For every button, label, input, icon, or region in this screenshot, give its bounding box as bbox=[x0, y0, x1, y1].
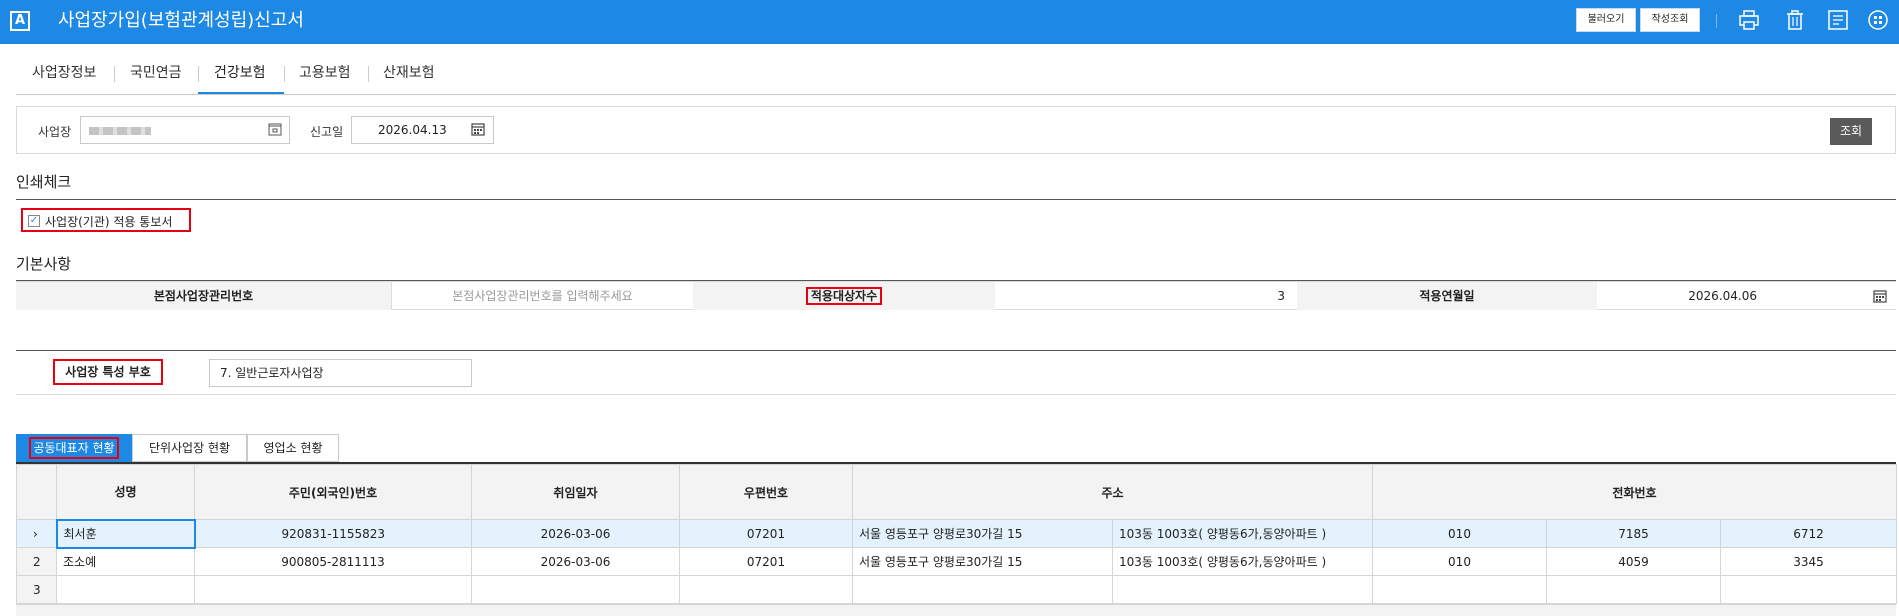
cell-address-2[interactable]: 103동 1003호( 양평동6가,동양아파트 ) bbox=[1112, 547, 1373, 576]
notice-checkbox[interactable]: ✓ bbox=[28, 215, 40, 227]
cell-phone-2[interactable]: 4059 bbox=[1546, 547, 1721, 576]
tabs-divider bbox=[16, 94, 1896, 95]
cell-rrn[interactable] bbox=[194, 575, 472, 604]
cell-phone-3[interactable] bbox=[1719, 575, 1898, 604]
calendar-icon[interactable] bbox=[1873, 289, 1887, 303]
report-date-label: 신고일 bbox=[310, 125, 344, 139]
cell-phone-2[interactable] bbox=[1546, 575, 1721, 604]
lookup-icon[interactable] bbox=[268, 122, 282, 136]
cell-phone-1[interactable]: 010 bbox=[1372, 519, 1547, 548]
title-bar: A 사업장가입(보험관계성립)신고서 불러오기 작성조회 bbox=[0, 0, 1899, 44]
subtab-branch-offices[interactable]: 영업소 현황 bbox=[247, 434, 339, 462]
hq-no-placeholder: 본점사업장관리번호를 입력해주세요 bbox=[452, 289, 633, 303]
active-tab-indicator bbox=[198, 92, 284, 94]
cell-rrn[interactable]: 920831-1155823 bbox=[194, 519, 472, 548]
tab-national-pension[interactable]: 국민연금 bbox=[130, 62, 182, 82]
table-row[interactable]: › 최서훈 920831-1155823 2026-03-06 07201 서울… bbox=[16, 518, 1898, 549]
grid-footer bbox=[16, 604, 1896, 616]
tab-divider bbox=[368, 66, 369, 82]
subtab-co-representatives-label: 공동대표자 현황 bbox=[29, 437, 119, 459]
basic-info-title: 기본사항 bbox=[16, 255, 72, 273]
history-button[interactable]: 작성조회 bbox=[1640, 8, 1700, 32]
cell-name[interactable]: 최서훈 bbox=[55, 518, 196, 549]
cell-postcode[interactable]: 07201 bbox=[679, 519, 853, 548]
hq-no-label: 본점사업장관리번호 bbox=[16, 282, 391, 310]
load-button[interactable]: 불러오기 bbox=[1576, 8, 1636, 32]
tab-industrial-insurance[interactable]: 산재보험 bbox=[383, 62, 435, 82]
notice-checkbox-group: ✓ 사업장(기관) 적용 통보서 bbox=[21, 208, 191, 232]
row-indicator[interactable]: 2 bbox=[16, 547, 57, 576]
cell-phone-3[interactable]: 6712 bbox=[1719, 519, 1898, 548]
characteristic-label: 사업장 특성 부호 bbox=[53, 359, 163, 385]
cell-phone-1[interactable] bbox=[1372, 575, 1547, 604]
target-count-label: 적용대상자수 bbox=[805, 287, 883, 305]
tab-divider bbox=[284, 66, 285, 82]
apply-date-value[interactable]: 2026.04.06 bbox=[1597, 282, 1757, 310]
toolbar-divider bbox=[1716, 14, 1717, 28]
col-join-date[interactable]: 취임일자 bbox=[471, 464, 680, 520]
masked-value bbox=[89, 126, 151, 135]
cell-name[interactable]: 조소예 bbox=[56, 547, 195, 576]
characteristic-field[interactable]: 7. 일반근로자사업장 bbox=[209, 359, 472, 387]
cell-address-1[interactable]: 서울 영등포구 양평로30가길 15 bbox=[852, 547, 1113, 576]
cell-join-date[interactable]: 2026-03-06 bbox=[471, 547, 680, 576]
cell-address-1[interactable] bbox=[852, 575, 1113, 604]
co-representatives-grid: 성명 주민(외국인)번호 취임일자 우편번호 주소 전화번호 › 최서훈 920… bbox=[16, 464, 1898, 604]
app-logo: A bbox=[10, 11, 30, 31]
cell-join-date[interactable]: 2026-03-06 bbox=[471, 519, 680, 548]
cell-rrn[interactable]: 900805-2811113 bbox=[194, 547, 472, 576]
col-address[interactable]: 주소 bbox=[852, 464, 1373, 520]
notice-checkbox-label: 사업장(기관) 적용 통보서 bbox=[45, 215, 173, 229]
col-postcode[interactable]: 우편번호 bbox=[679, 464, 853, 520]
query-button[interactable]: 조회 bbox=[1830, 118, 1872, 145]
cell-join-date[interactable] bbox=[471, 575, 680, 604]
cell-postcode[interactable]: 07201 bbox=[679, 547, 853, 576]
trash-icon[interactable] bbox=[1784, 9, 1806, 31]
col-rrn[interactable]: 주민(외국인)번호 bbox=[194, 464, 472, 520]
hq-no-input[interactable]: 본점사업장관리번호를 입력해주세요 bbox=[391, 282, 693, 310]
cell-phone-2[interactable]: 7185 bbox=[1546, 519, 1721, 548]
cell-address-1[interactable]: 서울 영등포구 양평로30가길 15 bbox=[852, 519, 1113, 548]
main-tabs: 사업장정보 국민연금 건강보험 고용보험 산재보험 bbox=[16, 44, 1896, 94]
col-name[interactable]: 성명 bbox=[56, 464, 195, 520]
target-count-header: 적용대상자수 bbox=[693, 282, 995, 310]
subtab-unit-workplaces[interactable]: 단위사업장 현황 bbox=[132, 434, 247, 462]
section-divider bbox=[16, 350, 1896, 351]
cell-address-2[interactable] bbox=[1112, 575, 1373, 604]
cell-phone-1[interactable]: 010 bbox=[1372, 547, 1547, 576]
workplace-field[interactable] bbox=[80, 116, 290, 144]
page-title: 사업장가입(보험관계성립)신고서 bbox=[58, 10, 304, 31]
row-indicator[interactable]: 3 bbox=[16, 575, 57, 604]
section-divider bbox=[16, 394, 1896, 395]
search-panel bbox=[16, 106, 1896, 154]
grid-icon[interactable] bbox=[1867, 9, 1889, 31]
cell-phone-3[interactable]: 3345 bbox=[1719, 547, 1898, 576]
grid-header-row: 성명 주민(외국인)번호 취임일자 우편번호 주소 전화번호 bbox=[16, 464, 1898, 520]
section-divider bbox=[16, 199, 1896, 200]
target-count-value[interactable]: 3 bbox=[995, 282, 1297, 310]
cell-name[interactable] bbox=[56, 575, 195, 604]
basic-info-row: 본점사업장관리번호 본점사업장관리번호를 입력해주세요 적용대상자수 3 적용연… bbox=[16, 281, 1896, 310]
tab-divider bbox=[114, 66, 115, 82]
tab-divider bbox=[198, 66, 199, 82]
workplace-label: 사업장 bbox=[38, 125, 72, 139]
calendar-icon[interactable] bbox=[471, 122, 485, 136]
print-check-title: 인쇄체크 bbox=[16, 173, 72, 191]
tab-employment-insurance[interactable]: 고용보험 bbox=[299, 62, 351, 82]
list-icon[interactable] bbox=[1827, 9, 1849, 31]
row-header-corner bbox=[16, 464, 57, 520]
print-icon[interactable] bbox=[1738, 9, 1760, 31]
cell-address-2[interactable]: 103동 1003호( 양평동6가,동양아파트 ) bbox=[1112, 519, 1373, 548]
apply-date-label: 적용연월일 bbox=[1297, 282, 1597, 310]
table-row[interactable]: 3 bbox=[16, 575, 1898, 604]
cell-postcode[interactable] bbox=[679, 575, 853, 604]
tab-health-insurance[interactable]: 건강보험 bbox=[214, 62, 266, 82]
col-phone[interactable]: 전화번호 bbox=[1371, 464, 1898, 520]
subtab-co-representatives[interactable]: 공동대표자 현황 bbox=[16, 434, 132, 462]
tab-workplace-info[interactable]: 사업장정보 bbox=[32, 62, 96, 82]
table-row[interactable]: 2 조소예 900805-2811113 2026-03-06 07201 서울… bbox=[16, 547, 1898, 576]
row-indicator[interactable]: › bbox=[16, 519, 57, 548]
